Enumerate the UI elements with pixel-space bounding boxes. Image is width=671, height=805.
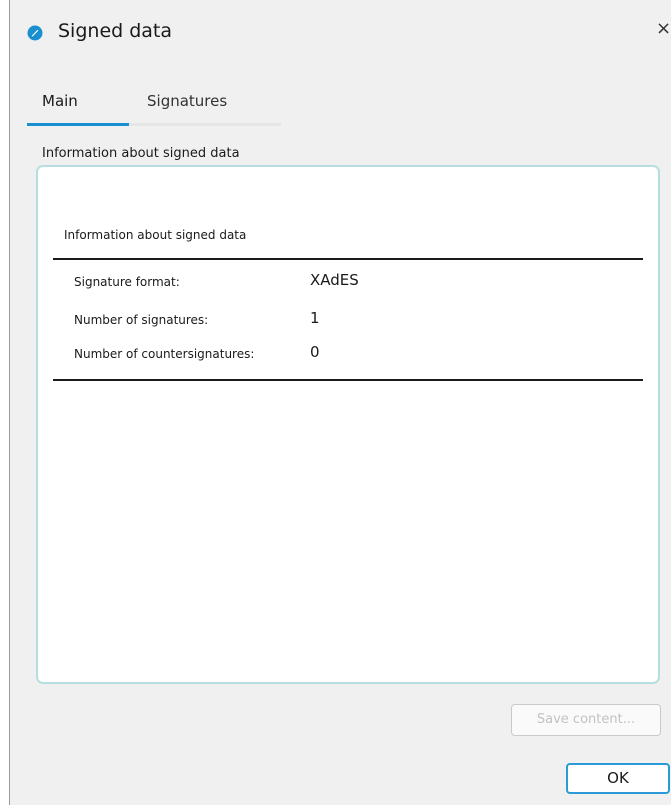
info-label: Signature format: xyxy=(74,275,180,289)
info-label: Number of signatures: xyxy=(74,313,209,327)
info-label: Number of countersignatures: xyxy=(74,347,255,361)
info-row-number-of-signatures: Number of signatures: 1 xyxy=(38,309,638,333)
signed-data-info-panel: Information about signed data Signature … xyxy=(36,165,660,684)
section-divider-bottom xyxy=(53,379,643,381)
title-bar: Signed data × xyxy=(10,0,671,66)
app-logo-icon xyxy=(27,25,43,41)
info-value: 1 xyxy=(310,309,320,327)
dialog-title: Signed data xyxy=(58,20,173,42)
info-row-number-of-countersignatures: Number of countersignatures: 0 xyxy=(38,343,638,367)
info-value: XAdES xyxy=(310,271,359,289)
save-content-button[interactable]: Save content... xyxy=(511,704,661,736)
close-icon[interactable]: × xyxy=(656,20,671,38)
info-value: 0 xyxy=(310,343,320,361)
info-section-title: Information about signed data xyxy=(64,228,247,242)
tab-signatures[interactable]: Signatures xyxy=(147,92,227,110)
section-divider-top xyxy=(53,258,643,260)
tab-bar: Main Signatures xyxy=(27,88,281,126)
tab-main[interactable]: Main xyxy=(42,92,78,110)
info-row-signature-format: Signature format: XAdES xyxy=(38,271,638,295)
group-label: Information about signed data xyxy=(42,146,240,161)
ok-button[interactable]: OK xyxy=(566,763,670,794)
active-tab-indicator xyxy=(27,123,129,126)
signed-data-dialog: Signed data × Main Signatures Informatio… xyxy=(9,0,671,805)
